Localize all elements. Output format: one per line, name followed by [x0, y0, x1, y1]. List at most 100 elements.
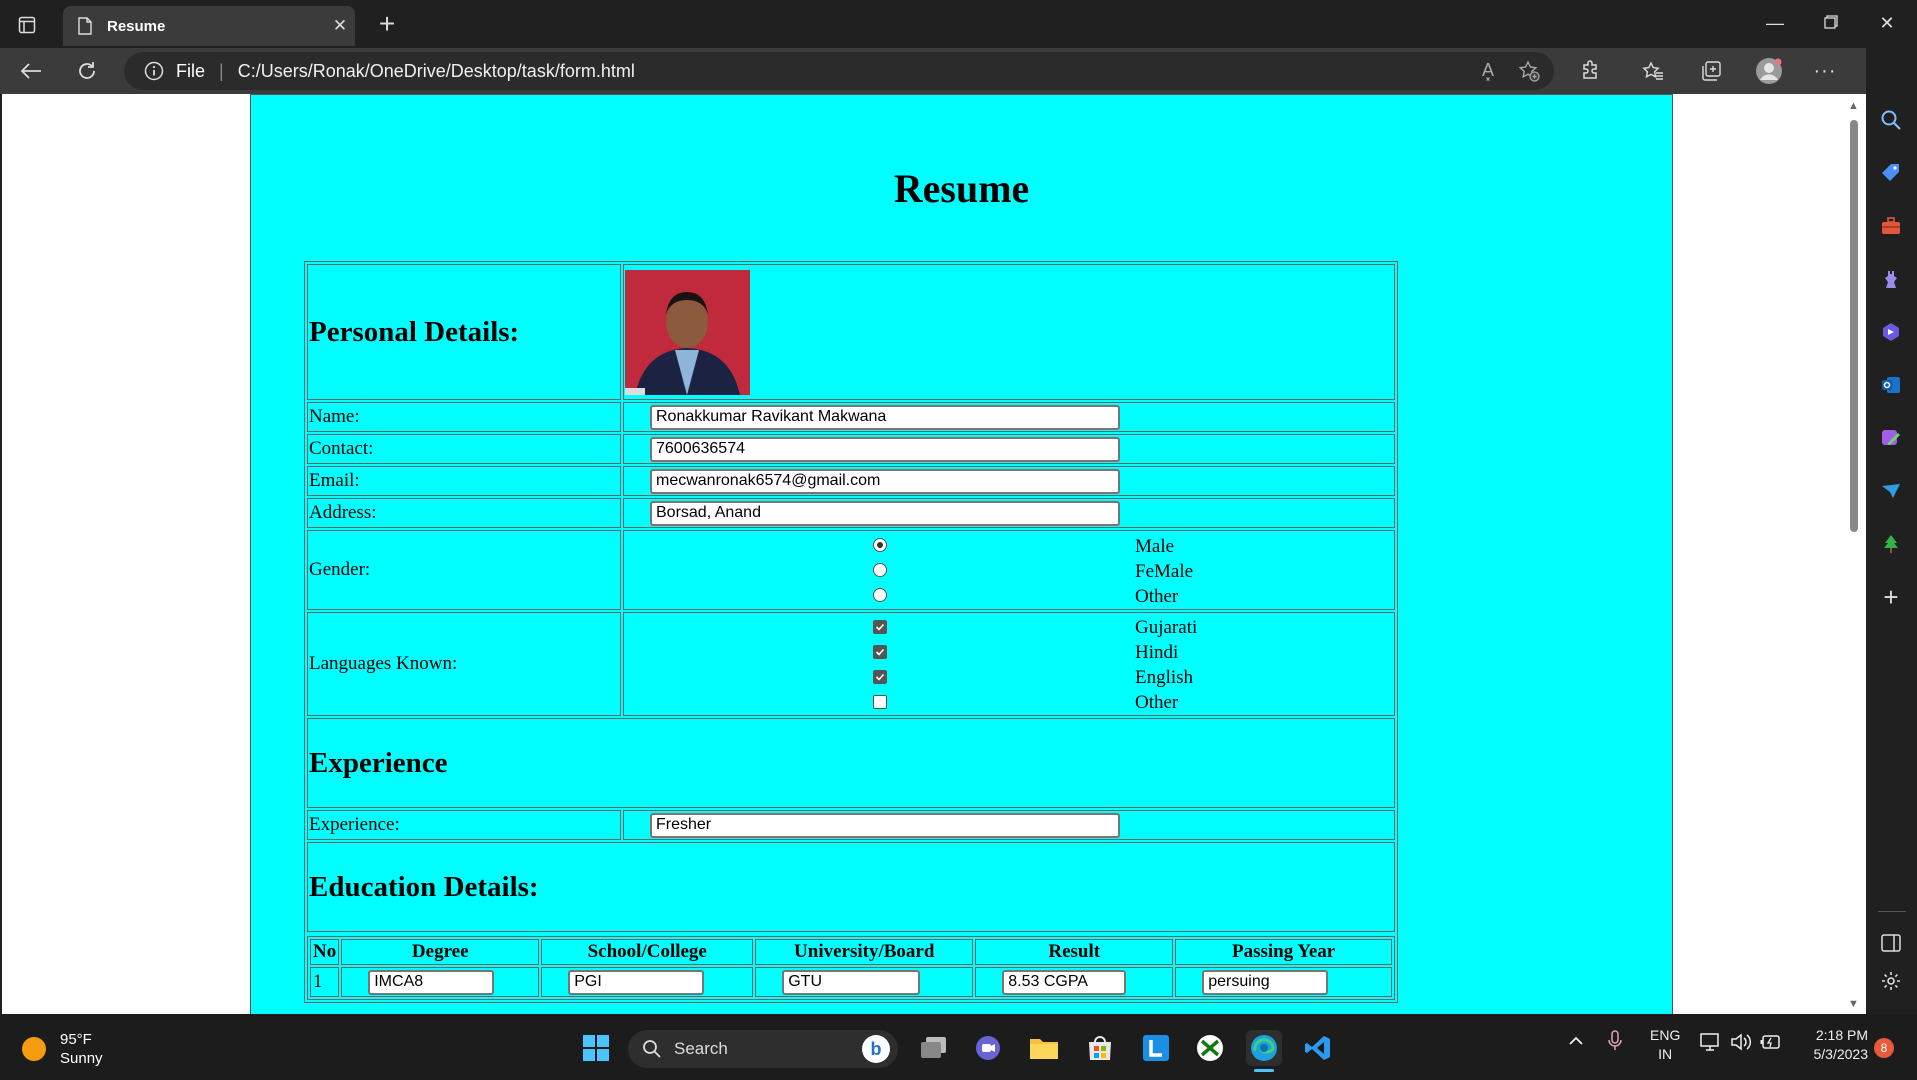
language-english-checkbox[interactable]	[625, 664, 1135, 689]
experience-label: Experience:	[307, 810, 621, 840]
sidebar-settings-gear-icon[interactable]	[1876, 966, 1906, 996]
gender-male-radio[interactable]	[625, 533, 1135, 558]
microphone-icon[interactable]	[1608, 1030, 1622, 1056]
new-tab-button[interactable]: +	[372, 10, 402, 40]
drop-send-icon[interactable]	[1876, 476, 1906, 506]
name-cell: Ronakkumar Ravikant Makwana	[623, 402, 1395, 432]
refresh-icon[interactable]	[72, 56, 102, 86]
column-header-result: Result	[975, 939, 1174, 965]
university-input[interactable]: GTU	[782, 969, 921, 995]
weather-description: Sunny	[60, 1050, 103, 1067]
input-language-indicator[interactable]: ENG IN	[1650, 1026, 1680, 1064]
show-hidden-icons-chevron-icon[interactable]	[1568, 1034, 1584, 1051]
shopping-tag-icon[interactable]	[1876, 158, 1906, 188]
site-info-icon[interactable]	[144, 61, 166, 81]
games-icon[interactable]	[1876, 264, 1906, 294]
search-label: Search	[674, 1039, 728, 1058]
vertical-scrollbar[interactable]: ▲ ▼	[1842, 94, 1866, 1014]
battery-icon[interactable]	[1760, 1034, 1782, 1054]
email-input[interactable]: mecwanronak6574@gmail.com	[650, 468, 1120, 494]
scrollbar-thumb[interactable]	[1850, 120, 1858, 532]
experience-input[interactable]: Fresher	[650, 812, 1120, 838]
language-hindi-checkbox[interactable]	[625, 639, 1135, 664]
gender-female-radio[interactable]	[625, 558, 1135, 583]
name-input[interactable]: Ronakkumar Ravikant Makwana	[650, 404, 1120, 430]
school-input[interactable]: PGI	[568, 969, 705, 995]
tree-icon[interactable]	[1876, 529, 1906, 559]
tools-briefcase-icon[interactable]	[1876, 211, 1906, 241]
contact-label: Contact:	[307, 434, 621, 464]
tab-title: Resume	[107, 17, 166, 35]
microsoft-store-icon[interactable]	[1082, 1030, 1118, 1066]
personal-details-heading: Personal Details:	[309, 315, 520, 348]
scroll-up-arrow-icon[interactable]: ▲	[1848, 100, 1859, 112]
tab-actions-menu-icon[interactable]	[14, 12, 40, 38]
email-cell: mecwanronak6574@gmail.com	[623, 466, 1395, 496]
tab-resume[interactable]: Resume ✕	[63, 6, 355, 46]
resume-form-table: Personal Details: Name: Ronakkumar Ravik…	[304, 261, 1398, 1003]
add-favorite-icon[interactable]	[1518, 60, 1540, 87]
vscode-icon[interactable]	[1300, 1030, 1336, 1066]
outlook-icon[interactable]	[1876, 370, 1906, 400]
row-number: 1	[310, 967, 340, 997]
address-bar[interactable]: File | C:/Users/Ronak/OneDrive/Desktop/t…	[124, 52, 1554, 90]
checkmark-icon	[873, 619, 887, 634]
extensions-icon[interactable]	[1576, 56, 1606, 86]
add-sidebar-app-icon[interactable]: +	[1876, 582, 1906, 612]
education-heading: Education Details:	[309, 870, 539, 903]
url-text[interactable]: C:/Users/Ronak/OneDrive/Desktop/task/for…	[238, 61, 635, 82]
personal-details-cell: Personal Details:	[307, 264, 621, 400]
close-window-button[interactable]: ✕	[1864, 8, 1910, 38]
language-gujarati-checkbox[interactable]	[625, 614, 1135, 639]
sidebar-divider	[1878, 911, 1906, 912]
language-other-label: Other	[1135, 692, 1179, 713]
more-options-icon[interactable]: ···	[1810, 56, 1840, 86]
search-icon[interactable]	[1876, 105, 1906, 135]
xbox-icon[interactable]	[1192, 1030, 1228, 1066]
contact-input[interactable]: 7600636574	[650, 436, 1120, 462]
address-label: Address:	[307, 498, 621, 528]
language-other-checkbox[interactable]	[625, 689, 1135, 714]
column-header-no: No	[310, 939, 340, 965]
clock[interactable]: 2:18 PM 5/3/2023	[1800, 1026, 1869, 1064]
weather-widget[interactable]: 95°F Sunny	[22, 1030, 103, 1068]
file-explorer-icon[interactable]	[1026, 1030, 1062, 1066]
result-input[interactable]: 8.53 CGPA	[1002, 969, 1127, 995]
degree-input[interactable]: IMCA8	[368, 969, 495, 995]
passing-year-input[interactable]: persuing	[1202, 969, 1329, 995]
notification-badge[interactable]: 8	[1874, 1038, 1894, 1058]
scroll-down-arrow-icon[interactable]: ▼	[1848, 998, 1859, 1010]
back-icon[interactable]	[16, 56, 46, 86]
page-icon	[75, 17, 95, 35]
edge-taskbar-icon[interactable]	[1246, 1030, 1282, 1072]
experience-heading: Experience	[309, 746, 448, 779]
volume-icon[interactable]	[1730, 1032, 1752, 1056]
resume-page: Resume Personal Details: Name: Ronakkuma…	[250, 94, 1673, 1014]
radio-button-icon	[873, 563, 887, 577]
profile-avatar[interactable]	[1754, 56, 1784, 86]
l-app-icon[interactable]	[1138, 1030, 1174, 1066]
teams-chat-icon[interactable]	[970, 1030, 1006, 1066]
close-tab-icon[interactable]: ✕	[325, 16, 355, 36]
address-input[interactable]: Borsad, Anand	[650, 500, 1120, 526]
network-icon[interactable]	[1700, 1032, 1722, 1056]
favorites-icon[interactable]	[1638, 56, 1668, 86]
checkmark-icon	[873, 669, 887, 684]
collections-icon[interactable]	[1696, 56, 1726, 86]
languages-label: Languages Known:	[307, 612, 621, 716]
gender-other-radio[interactable]	[625, 583, 1135, 608]
university-cell: GTU	[755, 967, 974, 997]
minimize-button[interactable]: —	[1752, 8, 1798, 38]
column-header-passing-year: Passing Year	[1175, 939, 1392, 965]
taskbar-search[interactable]: Search b	[628, 1030, 898, 1068]
edge-sidebar: +	[1866, 48, 1917, 1014]
hide-sidebar-icon[interactable]	[1876, 928, 1906, 958]
task-view-icon[interactable]	[916, 1030, 952, 1066]
designer-icon[interactable]	[1876, 423, 1906, 453]
read-aloud-icon[interactable]: A͓	[1482, 60, 1494, 81]
start-button[interactable]	[578, 1030, 614, 1066]
microsoft-365-icon[interactable]	[1876, 317, 1906, 347]
restore-button[interactable]	[1808, 8, 1854, 38]
school-cell: PGI	[541, 967, 754, 997]
contact-cell: 7600636574	[623, 434, 1395, 464]
